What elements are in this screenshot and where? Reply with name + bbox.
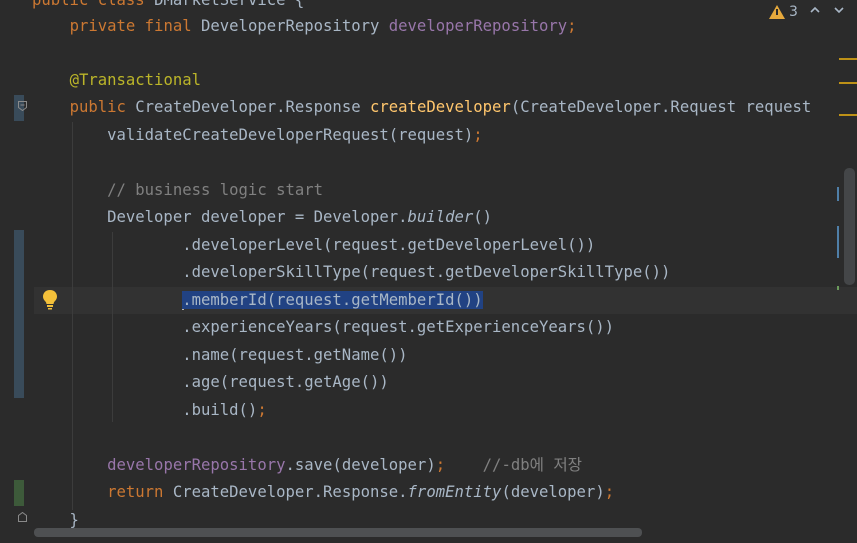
code-line[interactable]: public CreateDeveloper.Response createDe… [32, 94, 812, 121]
code-token: ; [604, 483, 615, 501]
code-line[interactable]: // business logic start [32, 177, 323, 204]
code-line[interactable]: .name(request.getName()) [32, 342, 408, 369]
code-line[interactable]: @Transactional [32, 67, 201, 94]
code-token: public [69, 98, 136, 116]
code-token: DeveloperRepository [201, 17, 389, 35]
code-token: (developer) [501, 483, 605, 501]
code-line[interactable]: .age(request.getAge()) [32, 369, 389, 396]
code-line[interactable]: return CreateDeveloper.Response.fromEnti… [32, 479, 614, 506]
code-token: } [32, 511, 79, 529]
code-token: ; [567, 17, 577, 35]
code-token: (CreateDeveloper.Request request [510, 98, 812, 116]
code-token: CreateDeveloper.Response [135, 98, 370, 116]
code-token: .build() [32, 401, 258, 419]
previous-highlight-button[interactable] [809, 2, 821, 20]
code-token: ; [473, 126, 483, 144]
code-line[interactable]: private final DeveloperRepository develo… [32, 13, 577, 40]
fold-collapse-icon[interactable] [18, 101, 27, 111]
warning-stripe-marker[interactable] [839, 114, 857, 116]
chevron-up-icon [810, 6, 820, 13]
code-token: Developer developer = Developer. [32, 208, 408, 226]
code-token: validateCreateDeveloperRequest(request) [32, 126, 474, 144]
code-token: ; [435, 456, 446, 474]
code-token: DMarketService { [154, 0, 305, 9]
warning-stripe-marker[interactable] [839, 82, 857, 84]
change-stripe-marker[interactable] [837, 187, 839, 201]
code-token: @Transactional [69, 71, 201, 89]
code-token: // business logic start [32, 181, 324, 199]
chevron-down-icon [834, 7, 844, 14]
code-token: fromEntity [407, 483, 502, 501]
code-token: //-db에 저장 [445, 456, 583, 474]
vertical-scrollbar-thumb[interactable] [844, 168, 855, 285]
code-token: private final [69, 17, 201, 35]
code-token: .developerSkillType(request.getDeveloper… [32, 263, 671, 281]
selected-text: .memberId(request.getMemberId()) [182, 291, 483, 309]
code-token: .experienceYears(request.getExperienceYe… [32, 318, 615, 336]
change-stripe-marker[interactable] [837, 286, 839, 290]
warning-count: 3 [789, 4, 798, 20]
change-stripe-marker[interactable] [837, 226, 839, 258]
code-line[interactable]: .developerLevel(request.getDeveloperLeve… [32, 232, 595, 259]
code-line[interactable]: validateCreateDeveloperRequest(request); [32, 122, 483, 149]
code-token: .developerLevel(request.getDeveloperLeve… [32, 236, 596, 254]
code-line[interactable]: developerRepository.save(developer); //-… [32, 452, 582, 479]
code-token: return [107, 483, 173, 501]
vcs-added-marker[interactable] [14, 480, 24, 506]
code-token: ; [257, 401, 267, 419]
code-token: () [473, 208, 493, 226]
code-line[interactable]: .developerSkillType(request.getDeveloper… [32, 259, 670, 286]
code-line[interactable]: .build(); [32, 397, 267, 424]
code-token: .save(developer) [285, 456, 436, 474]
code-token: developerRepository [388, 17, 568, 35]
inspection-widget[interactable]: 3 [757, 0, 857, 28]
warning-stripe-marker[interactable] [839, 58, 857, 60]
code-token: CreateDeveloper.Response. [172, 483, 408, 501]
code-line[interactable]: .experienceYears(request.getExperienceYe… [32, 314, 614, 341]
code-token: .name(request.getName()) [32, 346, 408, 364]
vcs-change-marker[interactable] [14, 230, 24, 398]
horizontal-scrollbar-thumb[interactable] [34, 528, 642, 537]
code-token: createDeveloper [370, 98, 511, 116]
code-line[interactable]: public class DMarketService { [32, 0, 304, 14]
fold-end-icon[interactable] [18, 512, 27, 522]
next-highlight-button[interactable] [833, 2, 845, 20]
code-token: .age(request.getAge()) [32, 373, 389, 391]
code-line[interactable]: Developer developer = Developer.builder(… [32, 204, 492, 231]
warning-exclamation [776, 9, 778, 15]
code-token: builder [407, 208, 474, 226]
code-token: public class [32, 0, 155, 9]
editor-gutter[interactable] [0, 0, 34, 543]
code-token: developerRepository [107, 456, 286, 474]
code-line[interactable]: .memberId(request.getMemberId()) [32, 287, 483, 314]
